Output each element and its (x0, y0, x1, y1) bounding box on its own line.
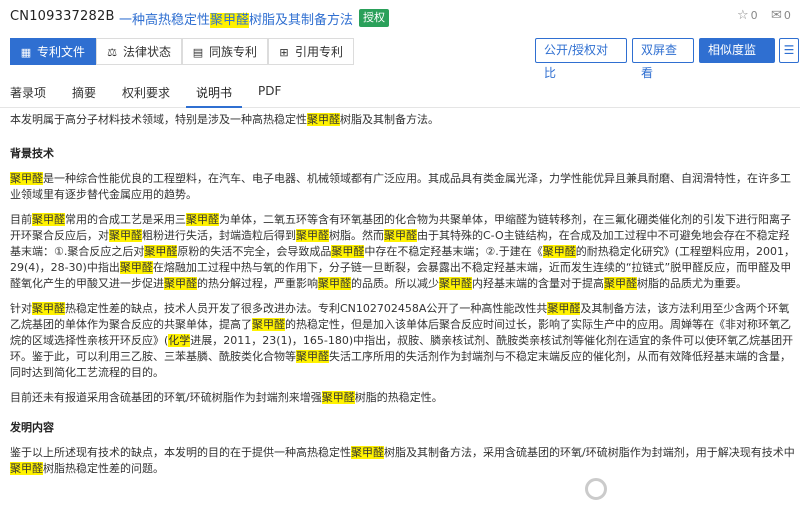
tab-bibliography[interactable]: 著录项 (10, 84, 46, 101)
paragraph-4: 目前还未有报道采用含硫基团的环氧/环硫树脂作为封端剂来增强聚甲醛树脂的热稳定性。 (10, 391, 443, 404)
star-icon: ☆ (737, 8, 749, 23)
tab-legal-status[interactable]: ⚖ 法律状态 (96, 38, 182, 65)
comment-icon: ✉ (771, 8, 782, 23)
patent-header: CN109337282B 一种高热稳定性聚甲醛树脂及其制备方法 授权 ☆ 0 ✉ 0 (0, 0, 800, 36)
paragraph-1: 聚甲醛是一种综合性能优良的工程塑料，在汽车、电子电器、机械领域都有广泛应用。其成… (10, 172, 791, 201)
tab-claims[interactable]: 权利要求 (122, 84, 170, 101)
dual-view-button[interactable]: 双屏查看 (632, 38, 694, 80)
section-heading-summary: 发明内容 (10, 421, 54, 434)
section-heading-background: 背景技术 (10, 147, 54, 160)
patent-title[interactable]: 一种高热稳定性聚甲醛树脂及其制备方法 (119, 9, 353, 28)
tab-description[interactable]: 说明书 (196, 84, 232, 101)
document-icon: ▦ (20, 46, 32, 59)
citation-icon: ⊞ (279, 46, 289, 59)
more-menu-icon[interactable]: ☰ (779, 38, 799, 63)
favorite-button[interactable]: ☆ 0 (737, 8, 758, 23)
status-badge: 授权 (359, 9, 389, 27)
tab-cited-patents[interactable]: ⊞ 引用专利 (268, 38, 354, 65)
active-tab-indicator (186, 106, 242, 108)
intro-paragraph: 本发明属于高分子材料技术领域，特别是涉及一种高热稳定性聚甲醛树脂及其制备方法。 (10, 113, 439, 126)
secondary-tabs: 著录项 摘要 权利要求 说明书 PDF (0, 78, 800, 108)
scale-icon: ⚖ (107, 46, 117, 59)
tab-pdf[interactable]: PDF (258, 84, 281, 98)
patent-number: CN109337282B (10, 9, 115, 24)
tab-family-patents[interactable]: ▤ 同族专利 (182, 38, 268, 65)
similarity-monitor-button[interactable]: 相似度监控 (699, 38, 775, 80)
comment-button[interactable]: ✉ 0 (771, 8, 791, 23)
family-icon: ▤ (192, 46, 204, 59)
paragraph-5: 鉴于以上所述现有技术的缺点，本发明的目的在于提供一种高热稳定性聚甲醛树脂及其制备… (10, 446, 795, 475)
description-content: 本发明属于高分子材料技术领域，特别是涉及一种高热稳定性聚甲醛树脂及其制备方法。 … (10, 112, 795, 477)
tab-patent-document[interactable]: ▦ 专利文件 (10, 38, 96, 65)
tab-abstract[interactable]: 摘要 (72, 84, 96, 101)
paragraph-2: 目前聚甲醛常用的合成工艺是采用三聚甲醛为单体，二氧五环等含有环氧基团的化合物为共… (10, 213, 796, 290)
compare-button[interactable]: 公开/授权对比 (535, 38, 627, 80)
paragraph-3: 针对聚甲醛热稳定性差的缺点，技术人员开发了很多改进办法。专利CN10270245… (10, 302, 794, 379)
watermark-logo-icon (585, 478, 611, 500)
primary-tabs: ▦ 专利文件 ⚖ 法律状态 ▤ 同族专利 ⊞ 引用专利 公开/授权对比 双屏查看 相似度… (0, 38, 800, 80)
